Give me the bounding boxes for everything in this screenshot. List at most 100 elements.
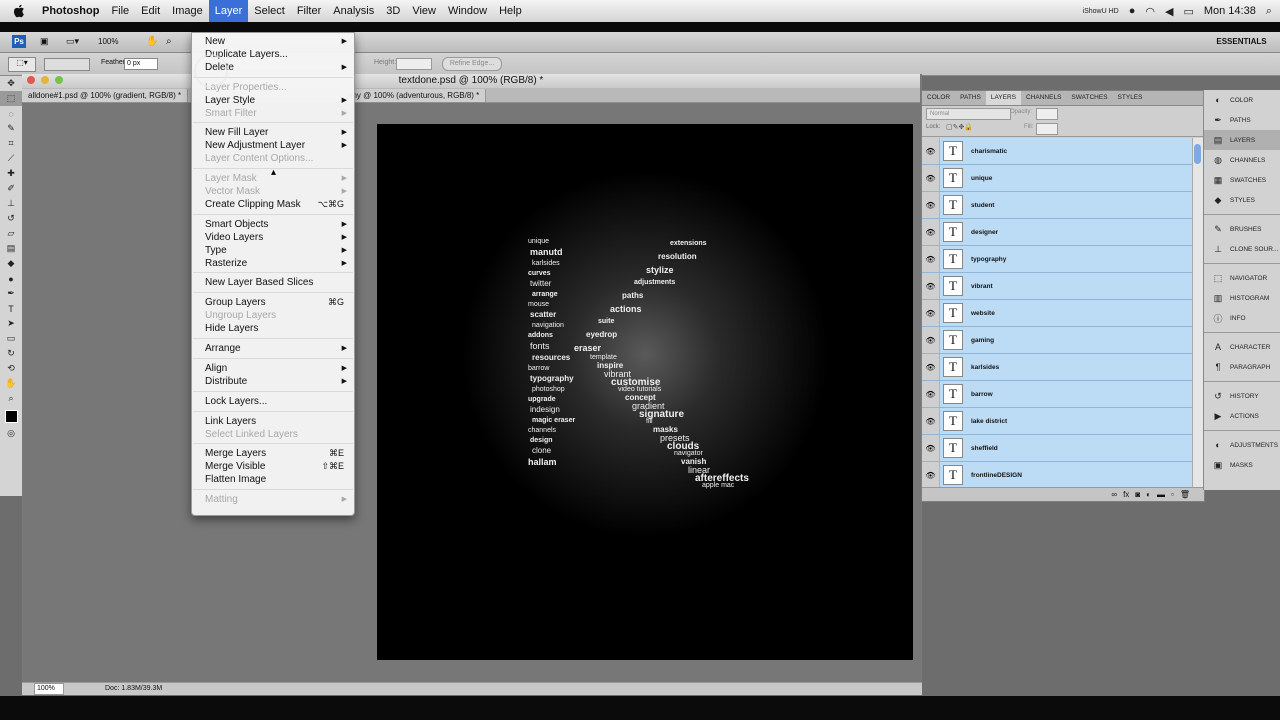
menu-item-rasterize[interactable]: Rasterize ▶ — [192, 257, 354, 270]
tab-adventurous[interactable]: phy @ 100% (adventurous, RGB/8) * — [342, 89, 487, 102]
layer-row[interactable]: 👁 Tunique — [922, 165, 1192, 192]
dock-item-paragraph[interactable]: ¶ PARAGRAPH — [1204, 357, 1280, 377]
layer-row[interactable]: 👁 Ttypography — [922, 246, 1192, 273]
color-swatches[interactable] — [0, 406, 22, 426]
layer-name[interactable]: frontlineDESIGN — [971, 472, 1022, 479]
dock-item-info[interactable]: ⓘ INFO — [1204, 308, 1280, 328]
visibility-eye-icon[interactable]: 👁 — [922, 219, 940, 245]
dock-item-adjustments[interactable]: ◐ ADJUSTMENTS — [1204, 435, 1280, 455]
panel-tab-color[interactable]: COLOR — [922, 91, 955, 105]
visibility-eye-icon[interactable]: 👁 — [922, 273, 940, 299]
menu-item-new[interactable]: New ▶ — [192, 35, 354, 48]
marquee-tool-icon[interactable]: ⬚ — [0, 91, 22, 106]
close-window-icon[interactable] — [27, 76, 35, 84]
menu-item-arrange[interactable]: Arrange ▶ — [192, 342, 354, 355]
shape-tool-icon[interactable]: ▭ — [0, 331, 22, 346]
tab-alldone[interactable]: alldone#1.psd @ 100% (gradient, RGB/8) * — [22, 89, 189, 102]
menu-item-lock-layers[interactable]: Lock Layers... — [192, 395, 354, 408]
zoom-tool-icon[interactable]: ⌕ — [166, 36, 172, 47]
gradient-tool-icon[interactable]: ▤ — [0, 241, 22, 256]
menu-window[interactable]: Window — [442, 0, 493, 22]
wifi-icon[interactable]: ◠ — [1145, 5, 1155, 18]
menu-item-group-layers[interactable]: Group Layers ⌘G — [192, 296, 354, 309]
layer-name[interactable]: barrow — [971, 391, 993, 398]
hand-tool-icon[interactable]: ✋ — [146, 36, 158, 47]
hand-tool-icon-toolbar[interactable]: ✋ — [0, 376, 22, 391]
status-zoom[interactable]: 100% — [34, 683, 64, 695]
menu-item-hide-layers[interactable]: Hide Layers — [192, 322, 354, 335]
record-icon[interactable]: ● — [1129, 5, 1136, 17]
menu-item-merge-layers[interactable]: Merge Layers ⌘E — [192, 447, 354, 460]
menu-item-align[interactable]: Align ▶ — [192, 362, 354, 375]
dock-item-channels[interactable]: ◍ CHANNELS — [1204, 150, 1280, 170]
menu-help[interactable]: Help — [493, 0, 528, 22]
refine-edge-button[interactable]: Refine Edge... — [442, 57, 502, 71]
delete-layer-icon[interactable]: 🗑 — [1180, 488, 1190, 501]
dock-item-actions[interactable]: ▶ ACTIONS — [1204, 406, 1280, 426]
zoom-window-icon[interactable] — [55, 76, 63, 84]
visibility-eye-icon[interactable]: 👁 — [922, 327, 940, 353]
menu-file[interactable]: File — [105, 0, 135, 22]
menu-item-video-layers[interactable]: Video Layers ▶ — [192, 231, 354, 244]
history-brush-tool-icon[interactable]: ↺ — [0, 211, 22, 226]
menu-item-merge-visible[interactable]: Merge Visible ⇧⌘E — [192, 460, 354, 473]
menu-app-photoshop[interactable]: Photoshop — [36, 0, 105, 22]
selection-mode-buttons[interactable] — [44, 58, 90, 71]
panel-tab-paths[interactable]: PATHS — [955, 91, 986, 105]
visibility-eye-icon[interactable]: 👁 — [922, 408, 940, 434]
visibility-eye-icon[interactable]: 👁 — [922, 381, 940, 407]
layer-name[interactable]: lake district — [971, 418, 1007, 425]
healing-brush-tool-icon[interactable]: ✚ — [0, 166, 22, 181]
layer-style-icon[interactable]: fx — [1123, 488, 1129, 501]
type-tool-icon[interactable]: T — [0, 301, 22, 316]
zoom-tool-icon-toolbar[interactable]: ⌕ — [0, 391, 22, 406]
menu-layer[interactable]: Layer — [208, 0, 249, 22]
dock-item-layers[interactable]: ▤ LAYERS — [1204, 130, 1280, 150]
bridge-icon[interactable]: ▣ — [40, 36, 49, 47]
menu-item-smart-objects[interactable]: Smart Objects ▶ — [192, 218, 354, 231]
menu-item-link-layers[interactable]: Link Layers — [192, 415, 354, 428]
dock-item-masks[interactable]: ▣ MASKS — [1204, 455, 1280, 475]
menu-item-new-fill-layer[interactable]: New Fill Layer ▶ — [192, 126, 354, 139]
panel-tab-channels[interactable]: CHANNELS — [1021, 91, 1066, 105]
dock-item-navigator[interactable]: ⬚ NAVIGATOR — [1204, 268, 1280, 288]
layer-list-scrollbar[interactable] — [1192, 138, 1203, 488]
visibility-eye-icon[interactable]: 👁 — [922, 462, 940, 488]
pen-tool-icon[interactable]: ✒ — [0, 286, 22, 301]
dock-item-history[interactable]: ↺ HISTORY — [1204, 386, 1280, 406]
layer-name[interactable]: karlsides — [971, 364, 999, 371]
layer-name[interactable]: student — [971, 202, 994, 209]
dock-item-clone-sour[interactable]: ⊥ CLONE SOUR... — [1204, 239, 1280, 259]
zoom-level[interactable]: 100% — [98, 37, 118, 46]
layer-name[interactable]: charismatic — [971, 148, 1007, 155]
link-layers-icon[interactable]: ∞ — [1111, 488, 1117, 501]
layer-name[interactable]: typography — [971, 256, 1006, 263]
menu-view[interactable]: View — [406, 0, 442, 22]
menu-item-flatten-image[interactable]: Flatten Image — [192, 473, 354, 486]
visibility-eye-icon[interactable]: 👁 — [922, 138, 940, 164]
panel-tab-swatches[interactable]: SWATCHES — [1066, 91, 1112, 105]
marquee-preset-icon[interactable]: ⬚▾ — [8, 57, 36, 72]
fill-input[interactable] — [1036, 123, 1058, 135]
layer-row[interactable]: 👁 Tstudent — [922, 192, 1192, 219]
layer-name[interactable]: unique — [971, 175, 992, 182]
layer-row[interactable]: 👁 Tlake district — [922, 408, 1192, 435]
dock-item-styles[interactable]: ◆ STYLES — [1204, 190, 1280, 210]
workspace-switcher[interactable]: ESSENTIALS — [1203, 32, 1280, 52]
add-mask-icon[interactable]: ◙ — [1135, 488, 1140, 501]
menu-image[interactable]: Image — [166, 0, 209, 22]
menu-item-new-layer-based-slices[interactable]: New Layer Based Slices — [192, 276, 354, 289]
new-layer-icon[interactable]: ▫ — [1171, 488, 1174, 501]
eyedropper-tool-icon[interactable]: ⟋ — [0, 151, 22, 166]
ishowu-indicator[interactable]: iShowU HD — [1083, 8, 1119, 15]
3d-rotate-tool-icon[interactable]: ↻ — [0, 346, 22, 361]
panel-tab-styles[interactable]: STYLES — [1113, 91, 1148, 105]
menu-edit[interactable]: Edit — [135, 0, 166, 22]
menu-analysis[interactable]: Analysis — [327, 0, 380, 22]
visibility-eye-icon[interactable]: 👁 — [922, 165, 940, 191]
menu-item-layer-style[interactable]: Layer Style ▶ — [192, 94, 354, 107]
clone-stamp-tool-icon[interactable]: ⊥ — [0, 196, 22, 211]
apple-logo-icon[interactable] — [12, 4, 26, 18]
menu-item-create-clipping-mask[interactable]: Create Clipping Mask ⌥⌘G — [192, 198, 354, 211]
menu-item-type[interactable]: Type ▶ — [192, 244, 354, 257]
